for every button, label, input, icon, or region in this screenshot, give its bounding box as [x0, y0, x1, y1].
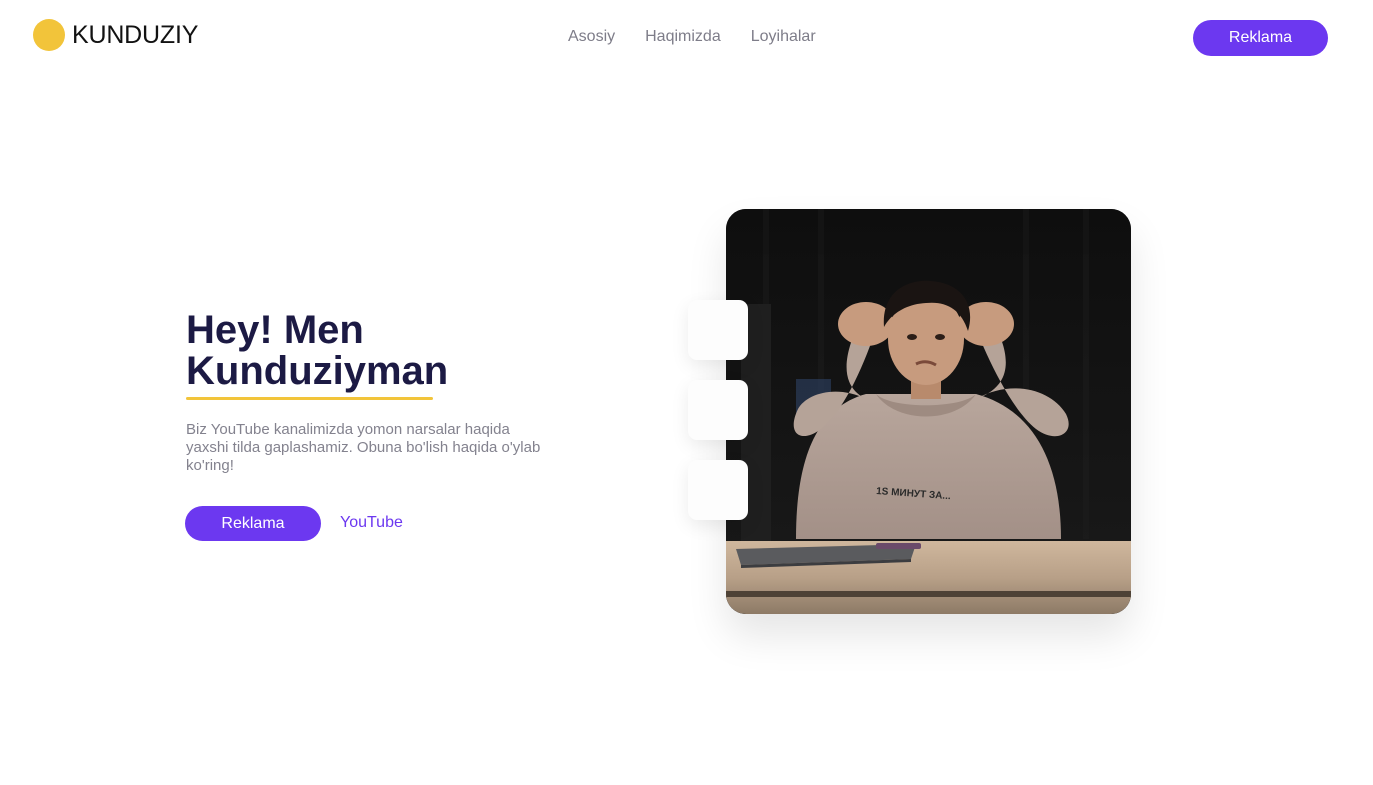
- hero-title-line-1: Hey! Men: [186, 308, 364, 352]
- logo-dot-icon: [33, 19, 65, 51]
- hero-description: Biz YouTube kanalimizda yomon narsalar h…: [186, 421, 541, 474]
- side-tile-1[interactable]: [688, 300, 748, 360]
- header-reklama-button[interactable]: Reklama: [1193, 20, 1328, 56]
- hero-photo-illustration: 1S МИНУТ ЗА...: [726, 209, 1131, 614]
- nav-item-loyihalar[interactable]: Loyihalar: [751, 28, 816, 46]
- nav-item-asosiy[interactable]: Asosiy: [568, 28, 615, 46]
- logo[interactable]: KUNDUZIY: [33, 19, 198, 51]
- hero-title-line-2: Kunduziyman: [186, 349, 449, 393]
- hero-title: Hey! Men Kunduziyman: [186, 310, 546, 392]
- hero-photo: 1S МИНУТ ЗА...: [726, 209, 1131, 614]
- youtube-link[interactable]: YouTube: [340, 514, 403, 532]
- logo-text: KUNDUZIY: [72, 20, 199, 49]
- side-tile-3[interactable]: [688, 460, 748, 520]
- side-tile-2[interactable]: [688, 380, 748, 440]
- main-nav: Asosiy Haqimizda Loyihalar: [568, 28, 816, 46]
- nav-item-haqimizda[interactable]: Haqimizda: [645, 28, 721, 46]
- hero-reklama-button[interactable]: Reklama: [185, 506, 321, 541]
- hero-title-underline: [186, 397, 433, 400]
- site-header: KUNDUZIY Asosiy Haqimizda Loyihalar Rekl…: [0, 0, 1373, 74]
